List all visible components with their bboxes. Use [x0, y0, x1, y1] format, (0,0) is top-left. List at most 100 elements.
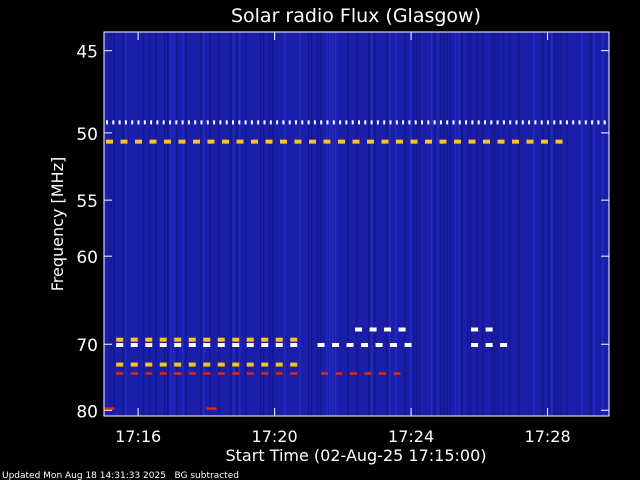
emission-band-segment	[203, 337, 211, 342]
emission-band-segment	[332, 120, 335, 125]
emission-band-segment	[294, 139, 302, 144]
texture-stripe	[395, 32, 397, 416]
texture-stripe	[167, 32, 169, 416]
emission-band-segment	[181, 120, 184, 125]
emission-band-segment	[427, 120, 430, 125]
emission-band-segment	[398, 327, 406, 332]
emission-band-segment	[116, 372, 124, 375]
emission-band-segment	[261, 362, 269, 367]
emission-band-segment	[439, 139, 447, 144]
emission-band-segment	[458, 120, 461, 125]
y-tick-label: 80	[76, 402, 98, 422]
emission-band-segment	[320, 372, 328, 375]
emission-band-segment	[307, 120, 310, 125]
spectrogram-plot-area	[104, 32, 609, 416]
emission-band-segment	[236, 139, 244, 144]
emission-band-segment	[257, 120, 260, 125]
emission-band-segment	[290, 362, 298, 367]
emission-band-segment	[555, 139, 563, 144]
texture-stripe	[443, 32, 445, 416]
emission-band-segment	[112, 120, 115, 125]
emission-band-segment	[295, 120, 297, 125]
texture-stripe	[110, 32, 112, 416]
emission-band-segment	[346, 342, 354, 347]
texture-stripe	[332, 32, 334, 416]
texture-stripe	[149, 32, 151, 416]
texture-stripe	[533, 32, 535, 416]
emission-band-segment	[497, 139, 505, 144]
emission-band-segment	[232, 372, 240, 375]
emission-band-segment	[572, 120, 575, 125]
texture-stripe	[404, 32, 406, 416]
texture-stripe	[326, 32, 328, 416]
emission-band-segment	[290, 342, 298, 347]
emission-band-segment	[591, 120, 594, 125]
emission-band-segment	[156, 120, 159, 125]
emission-band-segment	[402, 120, 405, 125]
texture-stripe	[143, 32, 145, 416]
texture-stripe	[419, 32, 421, 416]
emission-band-segment	[421, 120, 423, 125]
emission-band-segment	[246, 372, 254, 375]
emission-band-segment	[106, 120, 108, 125]
emission-band-segment	[584, 120, 587, 125]
emission-band-segment	[130, 372, 138, 375]
emission-band-segment	[389, 120, 392, 125]
texture-stripe	[476, 32, 478, 416]
emission-band-segment	[175, 120, 178, 125]
emission-band-segment	[261, 372, 269, 375]
texture-stripe	[236, 32, 238, 416]
emission-band-segment	[471, 120, 474, 125]
emission-band-segment	[276, 120, 279, 125]
emission-band-segment	[188, 342, 196, 347]
texture-stripe	[446, 32, 448, 416]
emission-band-segment	[203, 342, 211, 347]
emission-band-segment	[217, 372, 225, 375]
emission-band-segment	[465, 120, 468, 125]
emission-band-segment	[124, 120, 127, 125]
texture-stripe	[482, 32, 484, 416]
emission-band-segment	[164, 139, 171, 144]
emission-band-segment	[565, 120, 568, 125]
emission-band-segment	[188, 372, 196, 375]
emission-band-segment	[471, 342, 479, 347]
footer-status: Updated Mon Aug 18 14:31:33 2025 BG subt…	[2, 471, 239, 480]
texture-stripe	[371, 32, 373, 416]
texture-stripe	[311, 32, 313, 416]
y-tick-label: 60	[76, 248, 98, 268]
emission-band-segment	[116, 342, 124, 347]
emission-band-segment	[335, 372, 343, 375]
emission-band-segment	[217, 342, 225, 347]
emission-band-segment	[454, 139, 461, 144]
emission-band-segment	[290, 372, 298, 375]
texture-stripe	[413, 32, 415, 416]
texture-stripe	[176, 32, 178, 416]
emission-band-segment	[219, 120, 222, 125]
emission-band-segment	[553, 120, 556, 125]
texture-stripe	[272, 32, 274, 416]
emission-band	[206, 407, 217, 410]
emission-band-segment	[207, 139, 215, 144]
emission-band-segment	[526, 139, 534, 144]
emission-band-segment	[484, 120, 486, 125]
emission-band-segment	[131, 120, 134, 125]
texture-stripe	[245, 32, 247, 416]
emission-band-segment	[414, 120, 417, 125]
emission-band-segment	[116, 337, 124, 342]
emission-band-segment	[150, 120, 153, 125]
emission-band-segment	[603, 120, 606, 125]
y-axis-label: Frequency [MHz]	[48, 157, 67, 291]
emission-band-segment	[323, 139, 331, 144]
emission-band-segment	[130, 342, 138, 347]
texture-stripe	[389, 32, 391, 416]
emission-band-segment	[265, 139, 273, 144]
texture-stripe	[590, 32, 592, 416]
spectrogram-figure: Solar radio Flux (Glasgow) 455055607080 …	[2, 5, 610, 480]
texture-stripe	[269, 32, 271, 416]
texture-stripe	[386, 32, 388, 416]
emission-band-segment	[364, 120, 367, 125]
emission-band-segment	[217, 337, 225, 342]
emission-band-segment	[275, 362, 283, 367]
emission-band-segment	[425, 139, 432, 144]
emission-band-segment	[280, 139, 287, 144]
